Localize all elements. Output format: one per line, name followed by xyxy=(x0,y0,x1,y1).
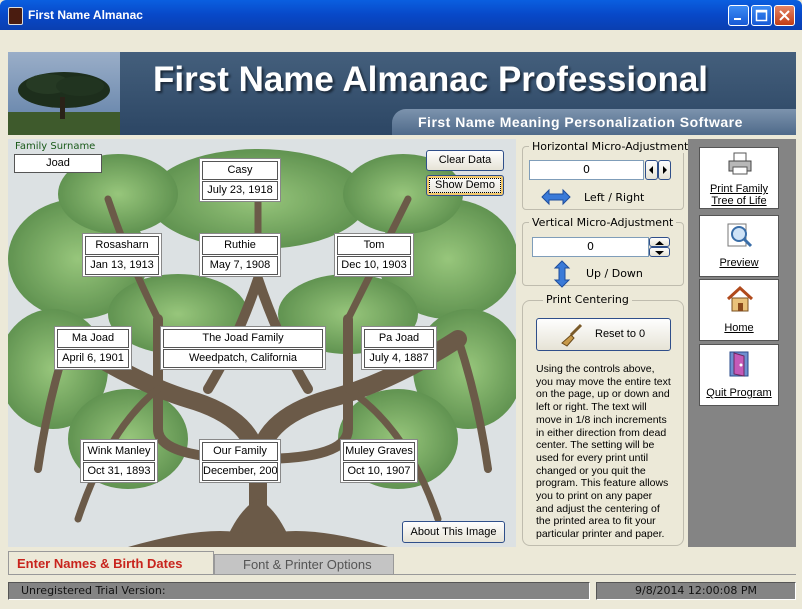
maximize-button[interactable] xyxy=(751,5,772,26)
minimize-icon xyxy=(734,18,741,20)
preview-label: Preview xyxy=(719,257,759,269)
up-down-hint: Up / Down xyxy=(586,267,643,280)
status-registration: Unregistered Trial Version: xyxy=(8,582,590,600)
maximize-icon xyxy=(755,9,768,22)
navigation-panel: Print Family Tree of Life Preview Home Q… xyxy=(688,139,796,547)
person-name-field[interactable]: Muley Graves xyxy=(343,442,415,461)
print-centering-label: Print Centering xyxy=(543,293,632,306)
quit-label: Quit Program xyxy=(706,387,772,399)
preview-button[interactable]: Preview xyxy=(699,215,779,277)
arrow-up-icon[interactable] xyxy=(649,237,670,247)
person-date-field[interactable]: December, 200 xyxy=(202,462,278,481)
person-date-field[interactable]: April 6, 1901 xyxy=(57,349,129,368)
person-date-field[interactable]: Oct 31, 1893 xyxy=(83,462,155,481)
banner-subtitle: First Name Meaning Personalization Softw… xyxy=(418,114,743,130)
family-place-field[interactable]: Weedpatch, California xyxy=(163,349,323,368)
print-tree-label-2: Tree of Life xyxy=(711,195,767,207)
header-banner: First Name Almanac Professional First Na… xyxy=(8,52,796,135)
app-icon xyxy=(8,7,23,25)
person-date-field[interactable]: May 7, 1908 xyxy=(202,256,278,275)
printer-icon xyxy=(728,152,752,175)
close-icon xyxy=(779,10,790,21)
close-button[interactable] xyxy=(774,5,795,26)
title-bar: First Name Almanac xyxy=(0,0,802,30)
family-surname-label: Family Surname xyxy=(15,141,96,152)
left-right-arrow-icon xyxy=(541,188,571,206)
minimize-button[interactable] xyxy=(728,5,749,26)
print-tree-label-1: Print Family xyxy=(709,183,769,195)
person-entry-muley-graves: Muley Graves Oct 10, 1907 xyxy=(340,439,418,483)
arrow-right-icon[interactable] xyxy=(658,160,671,180)
person-date-field[interactable]: Oct 10, 1907 xyxy=(343,462,415,481)
person-name-field[interactable]: Tom xyxy=(337,236,411,255)
home-label: Home xyxy=(724,322,754,334)
person-entry-ruthie: Ruthie May 7, 1908 xyxy=(199,233,281,277)
person-name-field[interactable]: Rosasharn xyxy=(85,236,159,255)
print-tree-button[interactable]: Print Family Tree of Life xyxy=(699,147,779,209)
person-name-field[interactable]: Ma Joad xyxy=(57,329,129,348)
person-entry-ma-joad: Ma Joad April 6, 1901 xyxy=(54,326,132,370)
tab-font-printer[interactable]: Font & Printer Options xyxy=(214,554,394,574)
person-date-field[interactable]: July 23, 1918 xyxy=(202,181,278,200)
family-surname-input[interactable]: Joad xyxy=(14,154,102,173)
vertical-spinner[interactable] xyxy=(649,237,670,257)
person-date-field[interactable]: Jan 13, 1913 xyxy=(85,256,159,275)
vertical-value-field[interactable]: 0 xyxy=(532,237,649,257)
horizontal-value-field[interactable]: 0 xyxy=(529,160,644,180)
vertical-adjustment-label: Vertical Micro-Adjustment xyxy=(529,216,677,229)
person-entry-casy: Casy July 23, 1918 xyxy=(199,158,281,202)
tab-enter-names[interactable]: Enter Names & Birth Dates xyxy=(8,551,214,574)
home-button[interactable]: Home xyxy=(699,279,779,341)
person-name-field[interactable]: Ruthie xyxy=(202,236,278,255)
tab-divider xyxy=(8,574,796,575)
about-image-button[interactable]: About This Image xyxy=(402,521,505,543)
person-date-field[interactable]: July 4, 1887 xyxy=(364,349,434,368)
family-name-field[interactable]: The Joad Family xyxy=(163,329,323,348)
person-name-field[interactable]: Wink Manley xyxy=(83,442,155,461)
person-entry-tom: Tom Dec 10, 1903 xyxy=(334,233,414,277)
horizontal-adjustment-label: Horizontal Micro-Adjustment xyxy=(529,140,692,153)
reset-label: Reset to 0 xyxy=(595,328,646,340)
person-date-field[interactable]: Dec 10, 1903 xyxy=(337,256,411,275)
up-down-arrow-icon xyxy=(553,260,571,288)
person-entry-rosasharn: Rosasharn Jan 13, 1913 xyxy=(82,233,162,277)
person-entry-wink-manley: Wink Manley Oct 31, 1893 xyxy=(80,439,158,483)
person-entry-family: The Joad Family Weedpatch, California xyxy=(160,326,326,370)
show-demo-button[interactable]: Show Demo xyxy=(426,175,504,196)
magnifier-icon xyxy=(727,223,753,248)
left-right-hint: Left / Right xyxy=(584,191,645,204)
arrow-down-icon[interactable] xyxy=(649,247,670,257)
house-icon xyxy=(726,285,754,312)
person-entry-our-family: Our Family December, 200 xyxy=(199,439,281,483)
person-entry-pa-joad: Pa Joad July 4, 1887 xyxy=(361,326,437,370)
person-name-field[interactable]: Pa Joad xyxy=(364,329,434,348)
family-tree-panel: Family Surname Joad Clear Data Show Demo… xyxy=(8,139,516,547)
banner-title: First Name Almanac Professional xyxy=(153,60,709,99)
person-name-field[interactable]: Casy xyxy=(202,161,278,180)
reset-button[interactable]: Reset to 0 xyxy=(536,318,671,351)
door-icon xyxy=(729,351,749,377)
person-name-field[interactable]: Our Family xyxy=(202,442,278,461)
banner-tree-image xyxy=(8,52,120,135)
window-title: First Name Almanac xyxy=(28,8,143,22)
centering-help-text: Using the controls above, you may move t… xyxy=(536,363,671,541)
broom-icon xyxy=(561,323,583,347)
horizontal-spinner[interactable] xyxy=(645,160,671,180)
arrow-left-icon[interactable] xyxy=(645,160,658,180)
status-datetime: 9/8/2014 12:00:08 PM xyxy=(596,582,796,600)
clear-data-button[interactable]: Clear Data xyxy=(426,150,504,171)
quit-button[interactable]: Quit Program xyxy=(699,344,779,406)
